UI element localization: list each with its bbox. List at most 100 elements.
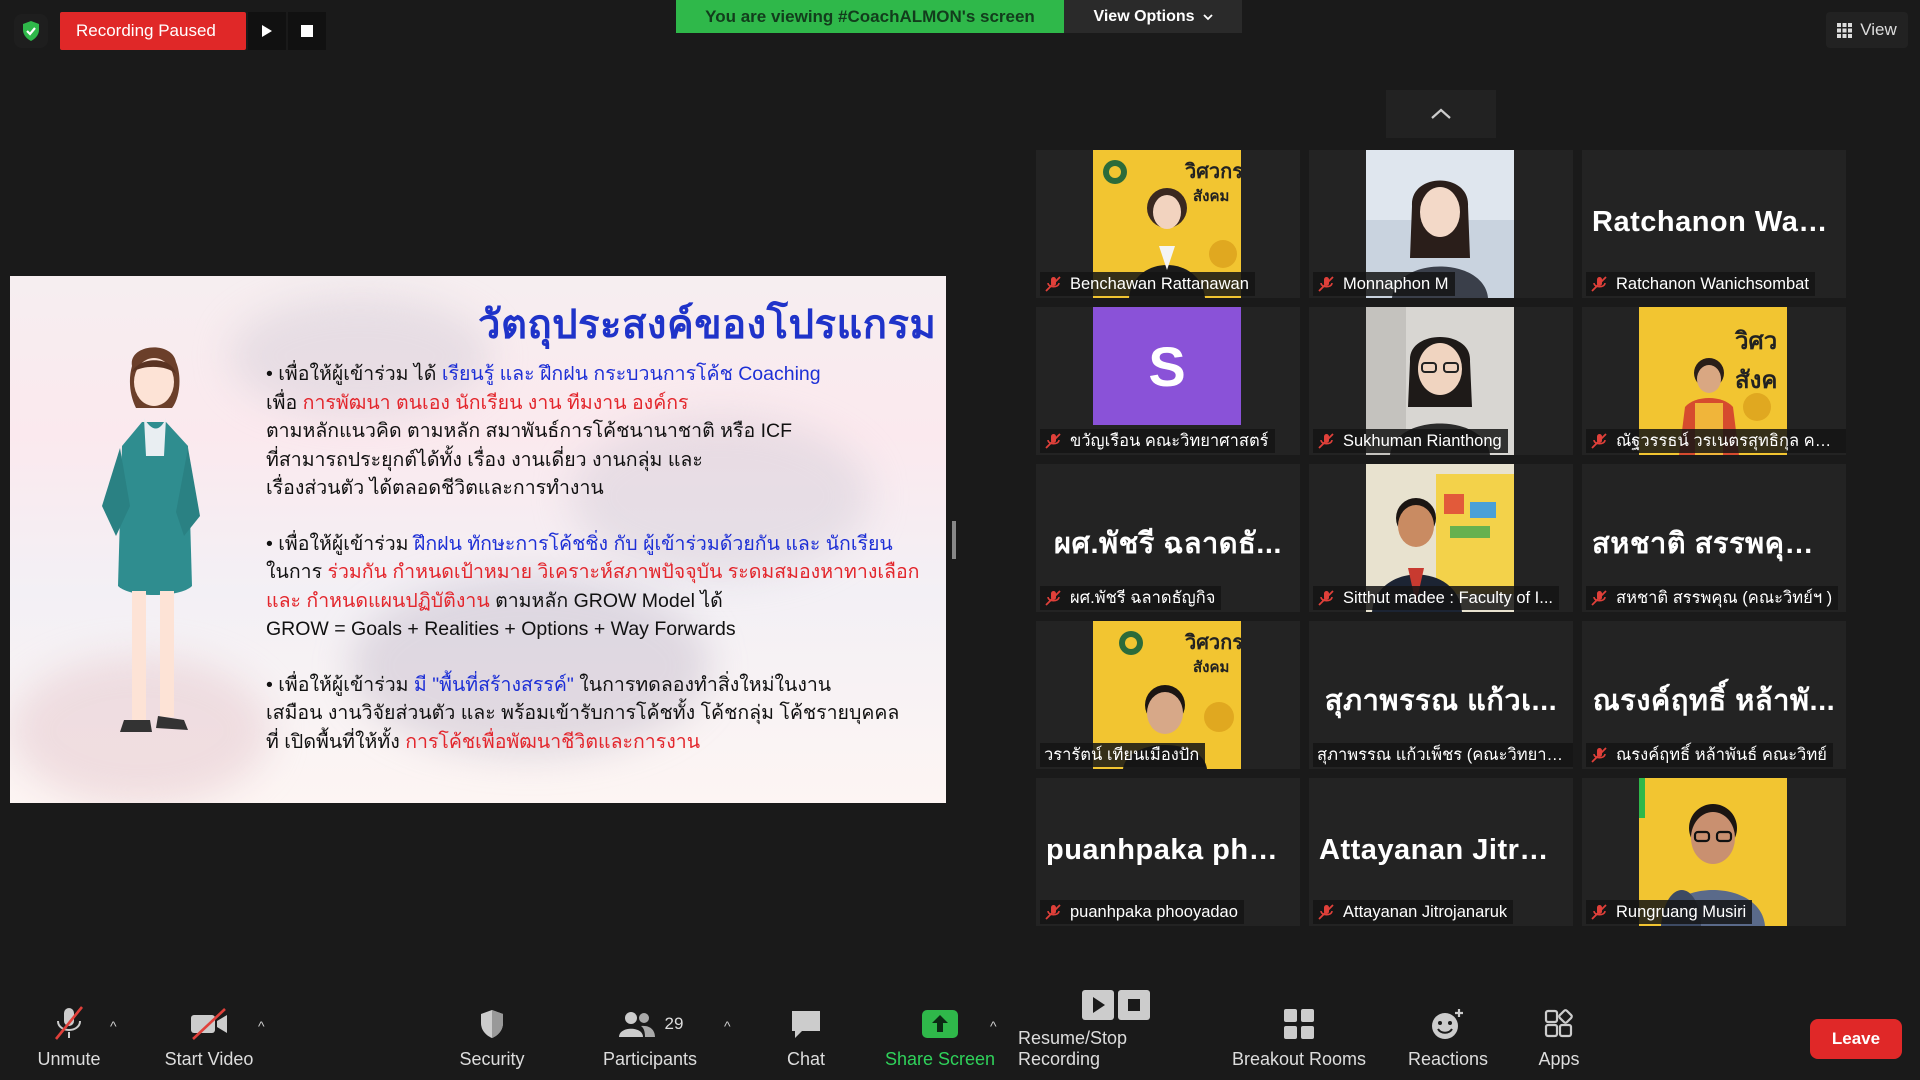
cartoon-woman-illustration [102, 347, 200, 732]
resume-stop-recording-button[interactable]: Resume/Stop Recording [1018, 990, 1214, 1070]
chat-label: Chat [786, 1049, 826, 1069]
view-label: View [1860, 20, 1897, 39]
participant-display-name: สหชาติ สรรพคุณ... [1592, 528, 1838, 560]
grid-icon [1837, 22, 1853, 38]
participant-tile[interactable]: Monnaphon M [1309, 150, 1573, 298]
slide-text: การพัฒนา ตนเอง นักเรียน งาน ทีมงาน องค์ก… [302, 391, 689, 414]
participant-tile[interactable]: Ratchanon Wan... Ratchanon Wanichsombat [1582, 150, 1846, 298]
security-label: Security [459, 1049, 525, 1069]
leave-meeting-button[interactable]: Leave [1810, 1019, 1902, 1059]
apps-button[interactable]: Apps [1522, 1006, 1596, 1070]
video-options-caret[interactable]: ^ [258, 1018, 265, 1034]
share-options-caret[interactable]: ^ [990, 1018, 997, 1034]
participants-label: Participants [602, 1049, 698, 1069]
mic-muted-icon [1591, 747, 1607, 763]
poster-text: วิศวกร [1185, 632, 1241, 654]
mic-muted-icon [1045, 590, 1061, 606]
participant-tile[interactable]: Sitthut madee : Faculty of I... [1309, 464, 1573, 612]
participant-name-tag: ณัฐวรรธน์ วรเนตรสุทธิกุล คณะ... [1586, 429, 1846, 453]
mic-muted-icon [1591, 433, 1607, 449]
participant-name-tag: Sitthut madee : Faculty of I... [1313, 586, 1560, 610]
shield-icon [481, 1009, 503, 1038]
viewing-screen-banner: You are viewing #CoachALMON's screen [676, 0, 1064, 33]
apps-label: Apps [1538, 1049, 1580, 1069]
mic-muted-icon [1318, 590, 1334, 606]
slide-text: • เพื่อให้ผู้เข้าร่วม [266, 532, 414, 555]
poster-text: วิศวกร [1185, 161, 1241, 183]
start-video-button[interactable]: Start Video [154, 1006, 264, 1070]
participants-count: 29 [664, 1013, 684, 1033]
participant-tile[interactable]: puanhpaka pho... puanhpaka phooyadao [1036, 778, 1300, 926]
participant-name-tag: ณรงค์ฤทธิ์ หล้าพันธ์ คณะวิทย์ [1586, 743, 1833, 767]
poster-text: สังคม [1193, 659, 1230, 676]
mic-muted-icon [1045, 433, 1061, 449]
breakout-rooms-button[interactable]: Breakout Rooms [1226, 1006, 1372, 1070]
stop-recording-button[interactable] [288, 12, 326, 50]
participant-name-tag: Monnaphon M [1313, 272, 1455, 296]
slide-text: และ กำหนดแผนปฏิบัติงาน [266, 589, 490, 612]
start-video-label: Start Video [164, 1049, 254, 1069]
resume-recording-button[interactable] [248, 12, 286, 50]
share-screen-icon [922, 1009, 958, 1038]
mic-muted-icon [1318, 904, 1334, 920]
participant-tile[interactable]: ณรงค์ฤทธิ์ หล้าพั... ณรงค์ฤทธิ์ หล้าพันธ… [1582, 621, 1846, 769]
share-screen-button[interactable]: Share Screen [880, 1006, 1000, 1070]
participant-tile[interactable]: วิศวกร สังคม Benchawan Rattanawan [1036, 150, 1300, 298]
participant-name-tag: สุภาพรรณ แก้วเพ็ชร (คณะวิทยาก... [1313, 743, 1573, 767]
unmute-button[interactable]: Unmute [24, 1006, 114, 1070]
participant-name-tag: วรารัตน์ เทียนเมืองปัก [1040, 743, 1206, 767]
participant-tile[interactable]: S ขวัญเรือน คณะวิทยาศาสตร์ [1036, 307, 1300, 455]
play-icon [262, 25, 272, 37]
video-camera-off-icon [191, 1007, 227, 1040]
avatar-initial: S [1148, 334, 1186, 398]
participant-name-tag: Benchawan Rattanawan [1040, 272, 1255, 296]
slide-text: ฝึกฝน ทักษะการโค้ชชิ่ง กับ ผู้เข้าร่วมด้… [413, 532, 893, 555]
security-button[interactable]: Security [450, 1006, 534, 1070]
participant-tile[interactable]: Sukhuman Rianthong [1309, 307, 1573, 455]
microphone-muted-icon [54, 1006, 84, 1040]
slide-text: เพื่อ [266, 391, 303, 414]
security-shield-icon[interactable] [14, 14, 48, 48]
participant-avatar: S [1093, 307, 1241, 425]
participant-tile[interactable]: Attayanan Jitroj... Attayanan Jitrojanar… [1309, 778, 1573, 926]
slide-text: เสมือน งานวิจัยส่วนตัว และ พร้อมเข้ารับก… [266, 702, 900, 724]
participant-name-tag: Attayanan Jitrojanaruk [1313, 900, 1514, 924]
slide-text: GROW = Goals + Realities + Options + Way… [266, 618, 736, 640]
participant-tile[interactable]: สุภาพรรณ แก้วเ... สุภาพรรณ แก้วเพ็ชร (คณ… [1309, 621, 1573, 769]
slide-text: การโค้ชเพื่อพัฒนาชีวิตและการงาน [405, 730, 701, 753]
participant-name-tag: สหชาติ สรรพคุณ (คณะวิทย์ฯ ) [1586, 586, 1839, 610]
reactions-label: Reactions [1407, 1049, 1489, 1069]
share-screen-label: Share Screen [884, 1049, 996, 1069]
emoji-plus-icon [1432, 1008, 1463, 1039]
chat-bubble-icon [792, 1010, 820, 1038]
mic-muted-icon [1045, 904, 1061, 920]
audio-options-caret[interactable]: ^ [110, 1018, 117, 1034]
participant-display-name: puanhpaka pho... [1046, 834, 1293, 866]
view-button[interactable]: View [1826, 12, 1908, 48]
mic-muted-icon [1045, 276, 1061, 292]
chevron-down-icon [1202, 13, 1213, 20]
participant-name-tag: Ratchanon Wanichsombat [1586, 272, 1815, 296]
chat-button[interactable]: Chat [766, 1006, 846, 1070]
slide-text: เรียนรู้ และ ฝึกฝน กระบวนการโค้ช Coachin… [441, 363, 821, 385]
layout-splitter-handle[interactable] [952, 521, 956, 559]
poster-text: วิศว สังค [1735, 328, 1778, 394]
participant-tile[interactable]: ผศ.พัชรี ฉลาดธั... ผศ.พัชรี ฉลาดธัญกิจ [1036, 464, 1300, 612]
participant-name-tag: Rungruang Musiri [1586, 900, 1753, 924]
slide-text: ในการ [266, 561, 328, 583]
poster-text: สังคม [1193, 188, 1230, 205]
slide-text: ที่สามารถประยุกต์ได้ทั้ง เรื่อง งานเดี่ย… [266, 448, 703, 471]
gallery-page-up-button[interactable] [1386, 90, 1496, 138]
stop-icon [301, 25, 313, 37]
participant-tile[interactable]: Rungruang Musiri [1582, 778, 1846, 926]
participant-tile[interactable]: วิศว สังค ณัฐวรรธน์ วรเนตรสุทธิกุล คณะ..… [1582, 307, 1846, 455]
participant-tile[interactable]: สหชาติ สรรพคุณ... สหชาติ สรรพคุณ (คณะวิท… [1582, 464, 1846, 612]
participant-tile[interactable]: วิศวกร สังคม วรารัตน์ เทียนเมืองปัก [1036, 621, 1300, 769]
slide-text: เรื่องส่วนตัว ได้ตลอดชีวิตและการทำงาน [266, 477, 604, 499]
reactions-button[interactable]: Reactions [1396, 1006, 1500, 1070]
participants-button[interactable]: 29 Participants [596, 1006, 704, 1070]
slide-text: • เพื่อให้ผู้เข้าร่วม [266, 673, 414, 696]
slide-text: • เพื่อให้ผู้เข้าร่วม ได้ [266, 363, 442, 385]
participants-options-caret[interactable]: ^ [724, 1018, 731, 1034]
view-options-button[interactable]: View Options [1064, 0, 1242, 33]
